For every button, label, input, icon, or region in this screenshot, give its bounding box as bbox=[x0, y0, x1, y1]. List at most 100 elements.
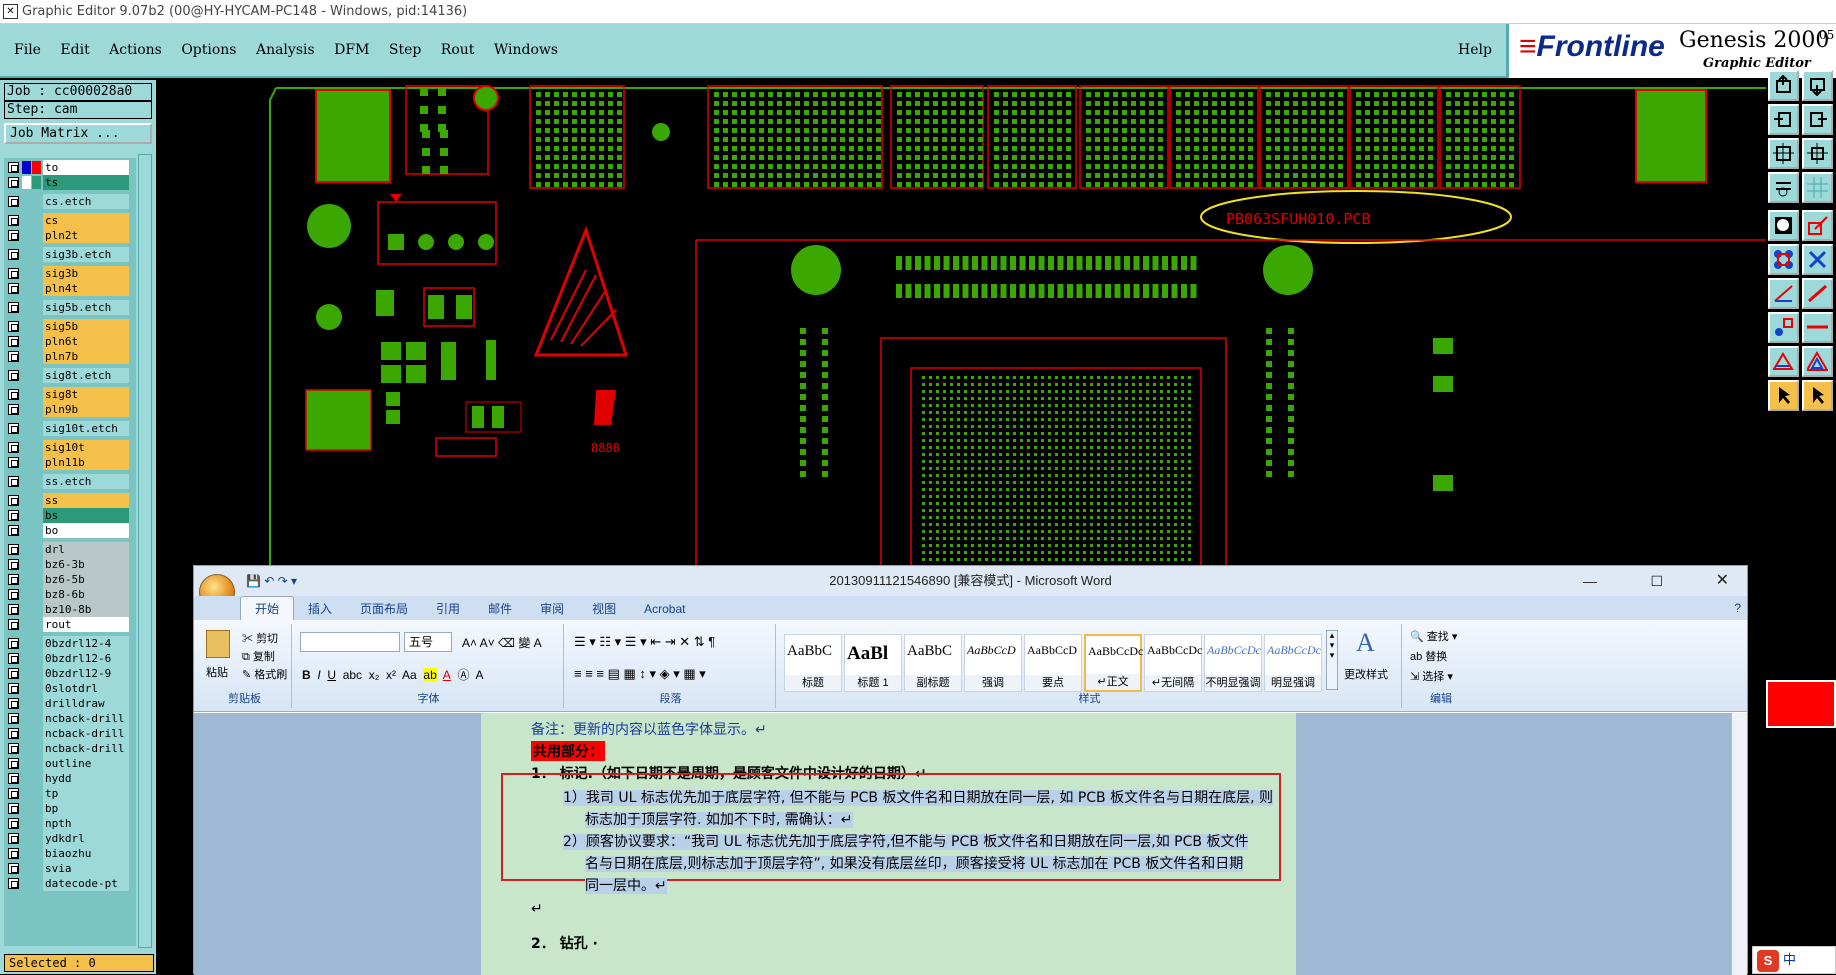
layer-checkbox[interactable] bbox=[8, 525, 19, 536]
tab-home[interactable]: 开始 bbox=[240, 596, 295, 621]
layer-checkbox[interactable] bbox=[8, 336, 19, 347]
format-painter-button[interactable]: ✎ 格式刷 bbox=[242, 666, 287, 682]
layer-row[interactable]: 0bzdrl12-9 bbox=[6, 666, 134, 681]
menu-step[interactable]: Step bbox=[389, 42, 421, 58]
pad-tool[interactable] bbox=[1768, 312, 1799, 343]
layer-row[interactable]: bs bbox=[6, 508, 134, 523]
layer-row[interactable]: sig3b bbox=[6, 266, 134, 281]
layer-checkbox[interactable] bbox=[8, 668, 19, 679]
menu-edit[interactable]: Edit bbox=[60, 42, 89, 58]
style-swatch[interactable]: AaBbCcDc 明显强调 bbox=[1264, 634, 1322, 692]
pan-down-tool[interactable] bbox=[1802, 70, 1833, 101]
layer-row[interactable]: bz8-6b bbox=[6, 587, 134, 602]
minimize-icon[interactable]: — bbox=[1583, 566, 1597, 596]
layer-row[interactable]: sig8t.etch bbox=[6, 368, 134, 383]
copy-button[interactable]: ⧉ 复制 bbox=[242, 648, 275, 664]
layer-row[interactable]: outline bbox=[6, 756, 134, 771]
layer-row[interactable]: ncback-drill bbox=[6, 741, 134, 756]
layer-checkbox[interactable] bbox=[8, 728, 19, 739]
layer-scrollbar[interactable] bbox=[138, 154, 152, 948]
style-swatch[interactable]: AaBbCcD 强调 bbox=[964, 634, 1022, 692]
cut-button[interactable]: ✂ 剪切 bbox=[242, 630, 278, 646]
draw-line-tool[interactable] bbox=[1802, 210, 1833, 241]
layer-row[interactable]: ncback-drill bbox=[6, 711, 134, 726]
layer-row[interactable]: sig10t.etch bbox=[6, 421, 134, 436]
layer-checkbox[interactable] bbox=[8, 589, 19, 600]
select-box-tool[interactable] bbox=[1768, 210, 1799, 241]
layer-checkbox[interactable] bbox=[8, 653, 19, 664]
layer-checkbox[interactable] bbox=[8, 249, 19, 260]
pan-right-tool[interactable] bbox=[1802, 104, 1833, 135]
layer-row[interactable]: ss.etch bbox=[6, 474, 134, 489]
tab-insert[interactable]: 插入 bbox=[294, 597, 346, 621]
menu-help[interactable]: Help bbox=[1458, 42, 1492, 58]
layer-row[interactable]: rout bbox=[6, 617, 134, 632]
layer-row[interactable]: sig8t bbox=[6, 387, 134, 402]
layer-checkbox[interactable] bbox=[8, 833, 19, 844]
layer-checkbox[interactable] bbox=[8, 268, 19, 279]
change-styles-icon[interactable]: A bbox=[1356, 628, 1375, 658]
select-button[interactable]: ⇲ 选择 ▾ bbox=[1410, 668, 1453, 684]
layer-row[interactable]: drilldraw bbox=[6, 696, 134, 711]
triangle-fill-tool[interactable] bbox=[1768, 346, 1799, 377]
layer-checkbox[interactable] bbox=[8, 423, 19, 434]
layer-checkbox[interactable] bbox=[8, 818, 19, 829]
snap-tool[interactable] bbox=[1768, 172, 1799, 203]
layer-checkbox[interactable] bbox=[8, 698, 19, 709]
slash-tool[interactable] bbox=[1802, 278, 1833, 309]
list-buttons[interactable]: ☰ ▾ ☷ ▾ ☰ ▾ ⇤ ⇥ ✕ ⇅ ¶ bbox=[574, 634, 715, 650]
grow-shrink-font-buttons[interactable]: A˄ A˅ ⌫ 變 A bbox=[462, 634, 542, 651]
layer-checkbox[interactable] bbox=[8, 803, 19, 814]
style-swatch[interactable]: AaBbCcDc ↵正文 bbox=[1084, 634, 1143, 692]
pan-left-tool[interactable] bbox=[1768, 104, 1799, 135]
paste-button[interactable]: 粘贴 bbox=[206, 664, 228, 680]
ime-indicator[interactable]: S中 bbox=[1752, 946, 1836, 974]
document-page[interactable]: 备注：更新的内容以蓝色字体显示。↵ 共用部分： 1． 标记.（如下日期不是周期，… bbox=[481, 713, 1296, 975]
layer-row[interactable]: cs bbox=[6, 213, 134, 228]
layer-checkbox[interactable] bbox=[8, 196, 19, 207]
replace-button[interactable]: ab 替换 bbox=[1410, 648, 1447, 664]
layer-checkbox[interactable] bbox=[8, 619, 19, 630]
layer-checkbox[interactable] bbox=[8, 389, 19, 400]
layer-checkbox[interactable] bbox=[8, 457, 19, 468]
layer-checkbox[interactable] bbox=[8, 370, 19, 381]
node-tool[interactable] bbox=[1768, 244, 1799, 275]
document-scrollbar[interactable] bbox=[1731, 713, 1747, 975]
menu-file[interactable]: File bbox=[14, 42, 41, 58]
layer-row[interactable]: npth bbox=[6, 816, 134, 831]
layer-row[interactable]: sig5b bbox=[6, 319, 134, 334]
ribbon-help-icon[interactable]: ? bbox=[1730, 596, 1745, 620]
layer-row[interactable]: sig3b.etch bbox=[6, 247, 134, 262]
grid-tool[interactable] bbox=[1802, 172, 1833, 203]
menu-rout[interactable]: Rout bbox=[441, 42, 475, 58]
style-swatch[interactable]: AaBbCcDc ↵无间隔 bbox=[1144, 634, 1202, 692]
layer-checkbox[interactable] bbox=[8, 758, 19, 769]
layer-row[interactable]: pln7b bbox=[6, 349, 134, 364]
layer-checkbox[interactable] bbox=[8, 604, 19, 615]
layer-checkbox[interactable] bbox=[8, 321, 19, 332]
font-size-select[interactable]: 五号 bbox=[404, 632, 452, 652]
menu-dfm[interactable]: DFM bbox=[334, 42, 369, 58]
tab-view[interactable]: 视图 bbox=[578, 597, 630, 621]
change-styles-button[interactable]: 更改样式 bbox=[1344, 666, 1388, 682]
zoom-fit-tool[interactable] bbox=[1768, 138, 1799, 169]
layer-row[interactable]: pln11b bbox=[6, 455, 134, 470]
layer-row[interactable]: bo bbox=[6, 523, 134, 538]
find-button[interactable]: 🔍 查找 ▾ bbox=[1410, 628, 1457, 644]
tab-page-layout[interactable]: 页面布局 bbox=[346, 597, 422, 621]
layer-checkbox[interactable] bbox=[8, 683, 19, 694]
layer-checkbox[interactable] bbox=[8, 863, 19, 874]
cross-tool[interactable] bbox=[1802, 244, 1833, 275]
menu-actions[interactable]: Actions bbox=[109, 42, 162, 58]
layer-row[interactable]: sig5b.etch bbox=[6, 300, 134, 315]
layer-checkbox[interactable] bbox=[8, 283, 19, 294]
layer-checkbox[interactable] bbox=[8, 510, 19, 521]
layer-checkbox[interactable] bbox=[8, 495, 19, 506]
align-buttons[interactable]: ≡ ≡ ≡ ▤ ▦ ↕ ▾ ◈ ▾ ▦ ▾ bbox=[574, 666, 706, 682]
layer-checkbox[interactable] bbox=[8, 476, 19, 487]
layer-checkbox[interactable] bbox=[8, 544, 19, 555]
layer-checkbox[interactable] bbox=[8, 559, 19, 570]
pointer-select-tool[interactable] bbox=[1802, 380, 1833, 411]
layer-row[interactable]: bz10-8b bbox=[6, 602, 134, 617]
layer-row[interactable]: 0bzdrl12-4 bbox=[6, 636, 134, 651]
